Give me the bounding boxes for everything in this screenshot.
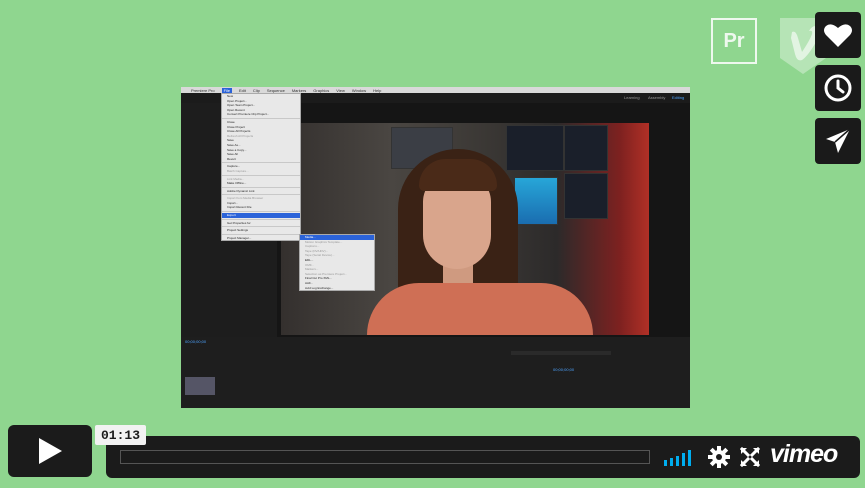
timeline-area: 00;00;00;00 00;00;00;00 bbox=[181, 337, 690, 408]
menu-separator bbox=[222, 162, 300, 164]
play-button[interactable] bbox=[8, 425, 92, 477]
file-menu-item[interactable]: Get Properties for bbox=[222, 221, 300, 226]
file-menu-item[interactable]: Project Settings bbox=[222, 228, 300, 233]
person-bangs bbox=[419, 159, 497, 191]
transport-controls bbox=[511, 351, 611, 355]
export-submenu[interactable]: Media... Motion Graphics Template... Capti… bbox=[299, 234, 375, 292]
file-menu-item[interactable]: Import Recent File bbox=[222, 205, 300, 210]
person-shirt bbox=[367, 283, 593, 335]
menu-separator bbox=[222, 218, 300, 220]
menu-separator bbox=[222, 211, 300, 213]
heart-icon bbox=[824, 24, 852, 47]
tv-screen bbox=[514, 177, 558, 225]
paper-plane-icon bbox=[826, 128, 851, 153]
mac-menu-item[interactable]: Edit bbox=[239, 88, 246, 93]
source-timecode: 00;00;00;00 bbox=[185, 339, 207, 344]
tv-screen bbox=[564, 173, 608, 219]
mac-menu-item[interactable]: File bbox=[221, 87, 233, 93]
mac-menu-item[interactable]: Markers bbox=[292, 88, 306, 93]
file-menu-item[interactable]: Convert Premiere Clip Project... bbox=[222, 112, 300, 117]
video-frame[interactable]: Premiere Pro File Edit Clip Sequence Markers G… bbox=[181, 87, 690, 408]
time-badge: 01:13 bbox=[95, 425, 147, 445]
menu-separator bbox=[222, 226, 300, 228]
premiere-pro-badge: Pr bbox=[711, 18, 757, 64]
clock-icon bbox=[824, 74, 852, 102]
file-menu-item[interactable]: Revert bbox=[222, 157, 300, 162]
fullscreen-icon[interactable] bbox=[740, 447, 760, 467]
file-menu-item[interactable]: Export bbox=[222, 213, 300, 218]
timeline-timecode: 00;00;00;00 bbox=[553, 367, 575, 372]
file-menu[interactable]: New Open Project... Open Team Project... Op… bbox=[221, 93, 301, 242]
menu-separator bbox=[222, 194, 300, 196]
share-button[interactable] bbox=[815, 118, 861, 164]
file-menu-item[interactable]: Project Manager... bbox=[222, 236, 300, 241]
tv-screen bbox=[506, 125, 564, 171]
mac-menu-item[interactable]: Graphics bbox=[313, 88, 329, 93]
mac-menu-item[interactable]: Window bbox=[352, 88, 366, 93]
play-icon bbox=[39, 438, 62, 464]
settings-gear-icon[interactable] bbox=[708, 446, 730, 468]
volume-icon[interactable] bbox=[664, 450, 696, 466]
progress-bar[interactable] bbox=[120, 450, 650, 464]
workspace-editing: Editing bbox=[672, 95, 685, 100]
export-menu-item[interactable]: Avid Log Exchange... bbox=[300, 286, 374, 291]
file-menu-item[interactable]: Adobe Dynamic Link bbox=[222, 189, 300, 194]
mac-menu-item[interactable]: Premiere Pro bbox=[191, 88, 215, 93]
file-menu-item[interactable]: Make Offline... bbox=[222, 181, 300, 186]
workspace-learning: Learning bbox=[624, 95, 640, 100]
mac-menu-item[interactable]: Clip bbox=[253, 88, 260, 93]
vimeo-logo[interactable]: vimeo bbox=[770, 440, 838, 469]
menu-separator bbox=[222, 117, 300, 119]
watch-later-button[interactable] bbox=[815, 65, 861, 111]
clip-thumbnail bbox=[185, 377, 215, 395]
menu-separator bbox=[222, 174, 300, 176]
mac-menu-item[interactable]: View bbox=[336, 88, 345, 93]
file-menu-item: Batch Capture... bbox=[227, 168, 249, 173]
tv-screen bbox=[564, 125, 608, 171]
mac-menu-item[interactable]: Sequence bbox=[267, 88, 285, 93]
menu-separator bbox=[222, 233, 300, 235]
mac-menu-item[interactable]: Help bbox=[373, 88, 381, 93]
menu-separator bbox=[222, 186, 300, 188]
like-button[interactable] bbox=[815, 12, 861, 58]
workspace-assembly: Assembly bbox=[648, 95, 666, 100]
